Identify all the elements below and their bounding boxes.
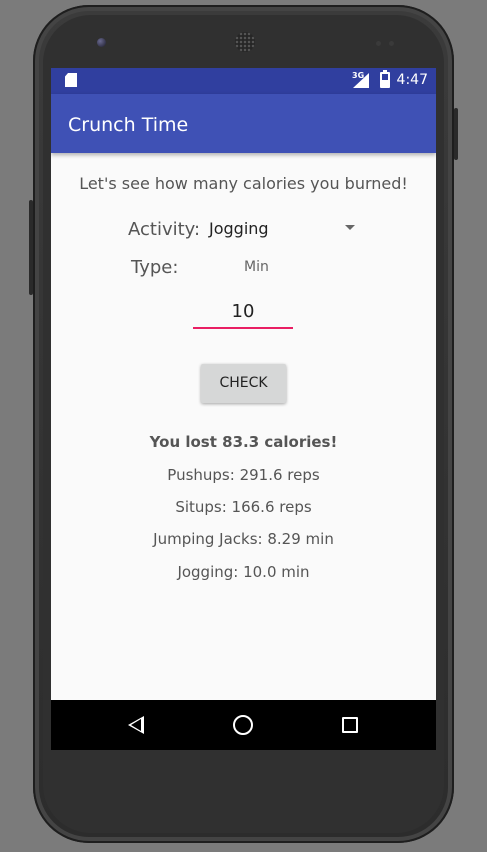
home-icon[interactable]: [233, 715, 253, 735]
back-icon[interactable]: [128, 716, 144, 734]
pushups-result: Pushups: 291.6 reps: [167, 466, 320, 484]
status-bar: 3G 4:47: [51, 68, 436, 94]
jogging-result: Jogging: 10.0 min: [177, 563, 310, 581]
side-button-left: [29, 200, 33, 295]
app-title: Crunch Time: [68, 114, 189, 136]
type-label: Type:: [131, 257, 179, 278]
sensor-dot: [376, 41, 381, 46]
status-time: 4:47: [396, 72, 428, 88]
unit-label: Min: [244, 259, 269, 275]
app-bar: Crunch Time: [51, 94, 436, 153]
intro-text: Let's see how many calories you burned!: [79, 174, 408, 193]
jumping-jacks-result: Jumping Jacks: 8.29 min: [153, 530, 334, 548]
dropdown-arrow-icon: [345, 225, 355, 230]
check-button[interactable]: CHECK: [201, 364, 286, 403]
activity-dropdown[interactable]: Jogging: [201, 212, 359, 244]
situps-result: Situps: 166.6 reps: [175, 498, 312, 516]
sensor-dot: [389, 41, 394, 46]
front-camera-icon: [97, 38, 106, 47]
battery-icon: [380, 70, 390, 88]
recents-icon[interactable]: [342, 717, 358, 733]
activity-label: Activity:: [128, 219, 201, 240]
screen: 3G 4:47 Crunch Time Let's see how many c…: [51, 68, 436, 750]
side-button-right: [454, 108, 458, 160]
activity-selected-value: Jogging: [209, 219, 269, 238]
navigation-bar: [51, 700, 436, 750]
minutes-input[interactable]: 10: [193, 301, 293, 329]
sd-card-icon: [65, 73, 77, 87]
network-type-label: 3G: [352, 71, 365, 80]
calories-result: You lost 83.3 calories!: [149, 433, 338, 451]
speaker-grille-icon: [235, 32, 255, 52]
